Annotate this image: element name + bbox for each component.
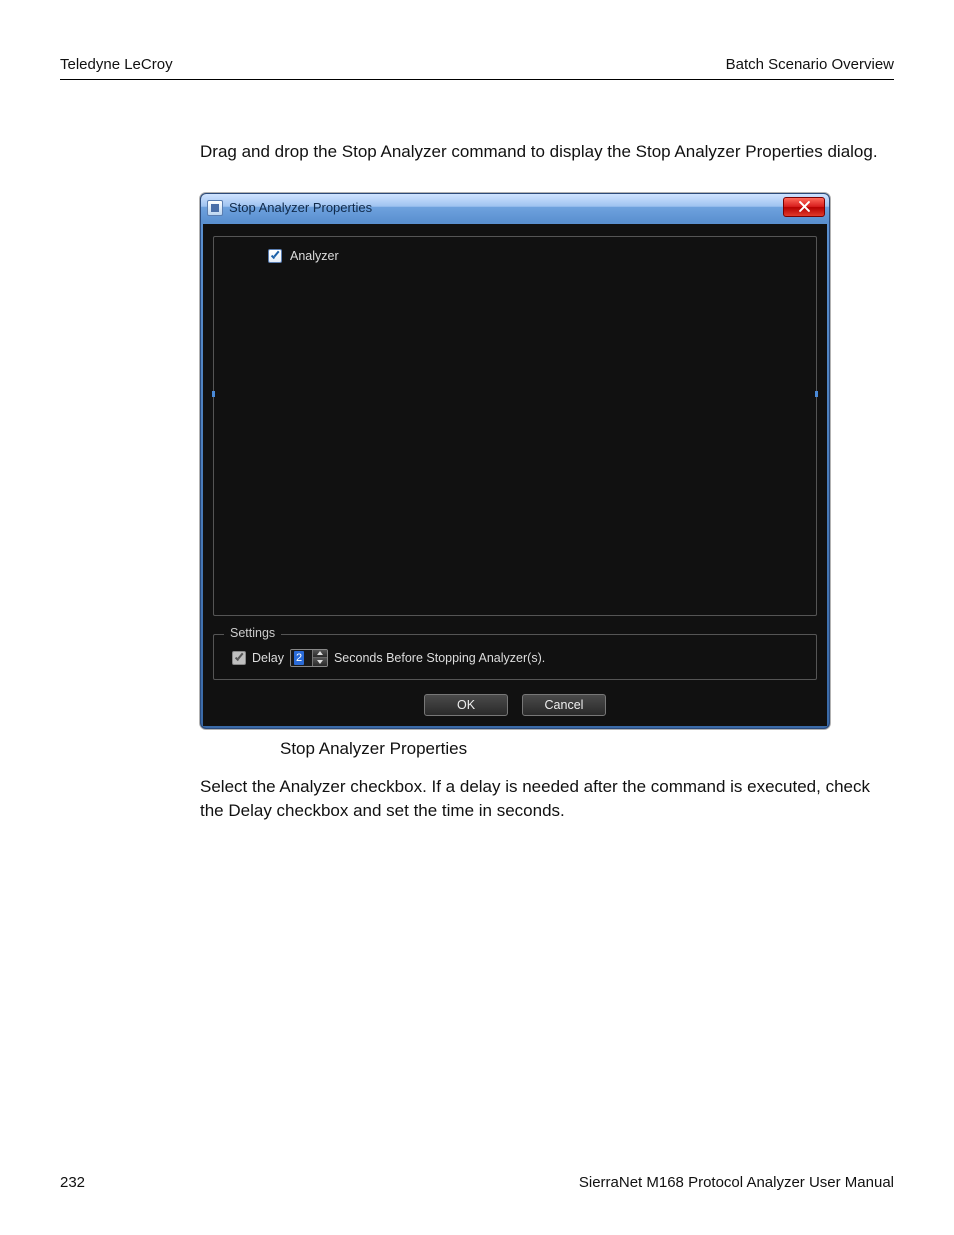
analyzer-row[interactable]: Analyzer bbox=[268, 249, 802, 263]
header-left: Teledyne LeCroy bbox=[60, 56, 173, 73]
after-paragraph: Select the Analyzer checkbox. If a delay… bbox=[200, 775, 884, 824]
analyzer-label: Analyzer bbox=[290, 249, 339, 263]
analyzer-checkbox[interactable] bbox=[268, 249, 282, 263]
cancel-button[interactable]: Cancel bbox=[522, 694, 606, 716]
manual-title: SierraNet M168 Protocol Analyzer User Ma… bbox=[579, 1174, 894, 1191]
delay-spinner[interactable]: 2 bbox=[290, 649, 328, 667]
spinner-down[interactable] bbox=[313, 658, 327, 666]
page-header: Teledyne LeCroy Batch Scenario Overview bbox=[60, 56, 894, 73]
settings-group: Settings Delay 2 Seconds B bbox=[213, 634, 817, 680]
dialog-screenshot: Stop Analyzer Properties Analyzer bbox=[200, 193, 830, 729]
settings-legend: Settings bbox=[224, 626, 281, 640]
dialog-button-row: OK Cancel bbox=[213, 694, 817, 716]
window-title: Stop Analyzer Properties bbox=[229, 200, 372, 215]
spinner-up[interactable] bbox=[313, 650, 327, 659]
scroll-indicator-left bbox=[212, 391, 215, 397]
close-icon bbox=[799, 201, 810, 212]
inner-frame: Analyzer Settings Delay 2 bbox=[201, 222, 829, 728]
page: Teledyne LeCroy Batch Scenario Overview … bbox=[0, 0, 954, 1235]
titlebar[interactable]: Stop Analyzer Properties bbox=[201, 194, 829, 222]
delay-label: Delay bbox=[252, 651, 284, 665]
client-area: Analyzer Settings Delay 2 bbox=[203, 224, 827, 726]
app-icon bbox=[207, 200, 223, 216]
analyzer-list-box: Analyzer bbox=[213, 236, 817, 616]
close-button[interactable] bbox=[783, 197, 825, 217]
ok-button[interactable]: OK bbox=[424, 694, 508, 716]
page-footer: 232 SierraNet M168 Protocol Analyzer Use… bbox=[60, 1174, 894, 1191]
scroll-indicator-right bbox=[815, 391, 818, 397]
spinner-buttons bbox=[313, 650, 327, 666]
delay-suffix: Seconds Before Stopping Analyzer(s). bbox=[334, 651, 545, 665]
header-right: Batch Scenario Overview bbox=[726, 56, 894, 73]
figure-caption: Stop Analyzer Properties bbox=[280, 739, 894, 759]
delay-checkbox[interactable] bbox=[232, 651, 246, 665]
delay-row: Delay 2 Seconds Before Stopping Analyzer… bbox=[232, 649, 804, 667]
window-frame: Stop Analyzer Properties Analyzer bbox=[200, 193, 830, 729]
chevron-down-icon bbox=[317, 660, 323, 664]
chevron-up-icon bbox=[317, 651, 323, 655]
delay-input[interactable]: 2 bbox=[291, 650, 313, 666]
page-number: 232 bbox=[60, 1174, 85, 1191]
delay-value: 2 bbox=[294, 651, 304, 665]
header-rule bbox=[60, 79, 894, 80]
intro-paragraph: Drag and drop the Stop Analyzer command … bbox=[200, 140, 884, 165]
